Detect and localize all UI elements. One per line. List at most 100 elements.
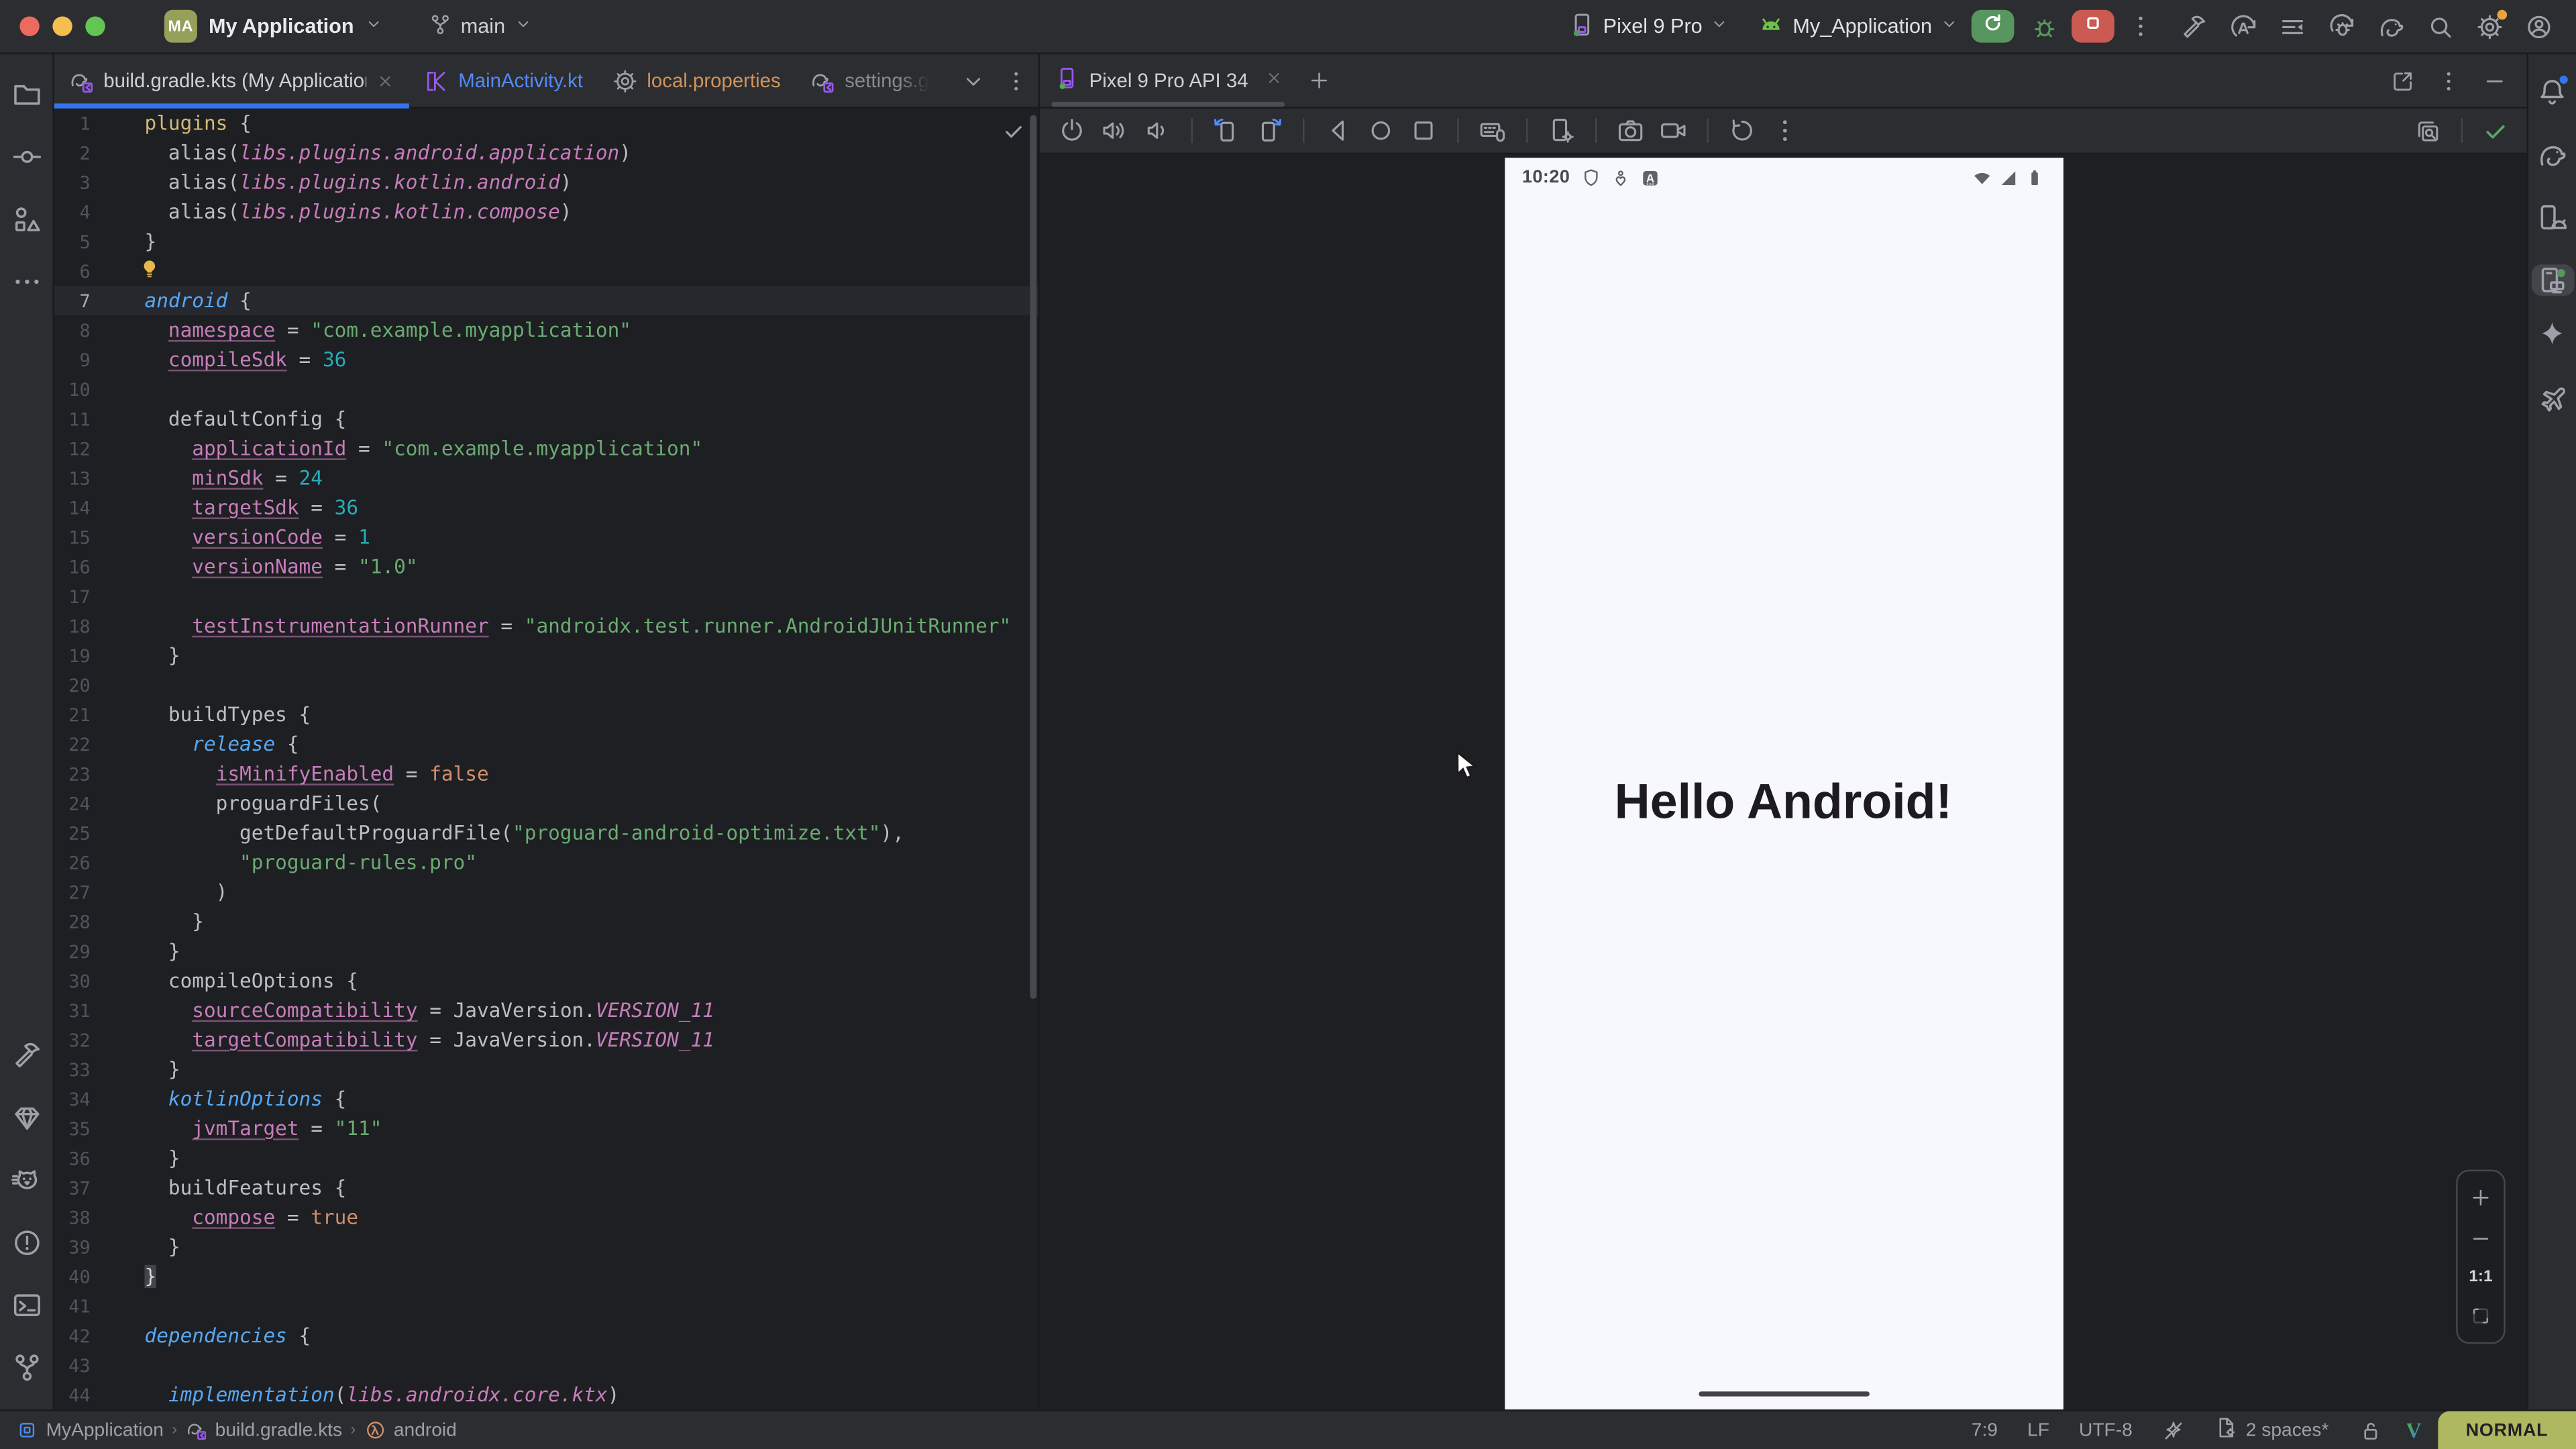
code-text[interactable]: plugins { (145, 109, 252, 138)
line-number[interactable]: 3 (54, 172, 91, 193)
code-text[interactable]: targetCompatibility = JavaVersion.VERSIO… (145, 1025, 714, 1055)
code-text[interactable]: alias(libs.plugins.kotlin.compose) (145, 197, 572, 227)
line-number[interactable]: 33 (54, 1059, 91, 1080)
rerun-button[interactable] (1972, 10, 2015, 43)
line-number[interactable]: 27 (54, 881, 91, 903)
line-number[interactable]: 38 (54, 1207, 91, 1228)
line-number[interactable]: 11 (54, 409, 91, 430)
tool-window-logcat[interactable] (11, 1153, 42, 1216)
code-text[interactable]: isMinifyEnabled = false (145, 759, 489, 788)
more-icon[interactable] (1771, 117, 1799, 145)
tab-options-icon[interactable] (1003, 68, 1028, 93)
zoom-in-button[interactable] (2469, 1186, 2492, 1209)
editor-tab-build.gradle.kts[interactable]: build.gradle.kts (My Application) (54, 54, 409, 107)
breadcrumb-build.gradle.kts[interactable]: build.gradle.kts (186, 1419, 343, 1441)
line-number[interactable]: 44 (54, 1384, 91, 1405)
snapshot-reset-icon[interactable] (1728, 117, 1756, 145)
code-editor[interactable]: 1plugins {2 alias(libs.plugins.android.a… (54, 109, 1038, 1410)
code-text[interactable]: } (145, 1262, 157, 1291)
code-text[interactable]: applicationId = "com.example.myapplicati… (145, 434, 703, 464)
hidden-tabs-icon[interactable] (961, 68, 985, 93)
line-number[interactable]: 8 (54, 319, 91, 341)
panel-options-icon[interactable] (2436, 68, 2461, 93)
emulator-screen[interactable]: 10:20 Hello Android! (1504, 158, 2063, 1409)
device-tab[interactable]: Pixel 9 Pro API 34 (1040, 54, 1297, 107)
vim-mode-badge[interactable]: NORMAL (2438, 1410, 2576, 1449)
code-text[interactable]: getDefaultProguardFile("proguard-android… (145, 818, 904, 848)
line-number[interactable]: 10 (54, 378, 91, 400)
run-configuration[interactable]: My_Application (1758, 11, 1958, 42)
line-number[interactable]: 12 (54, 438, 91, 460)
code-text[interactable]: implementation(libs.androidx.core.ktx) (145, 1380, 620, 1409)
code-text[interactable]: dependencies { (145, 1321, 311, 1350)
code-text[interactable]: jvmTarget = "11" (145, 1114, 382, 1143)
caret-position-widget[interactable]: 7:9 (1957, 1411, 2012, 1449)
code-text[interactable]: } (145, 936, 180, 966)
tab-strip-scrollbar[interactable] (1051, 102, 1285, 107)
tool-window-notifications[interactable] (2536, 66, 2568, 128)
code-text[interactable]: testInstrumentationRunner = "androidx.te… (145, 611, 1012, 641)
line-number[interactable]: 19 (54, 645, 91, 666)
line-number[interactable]: 16 (54, 556, 91, 578)
tool-window-gemini[interactable] (2536, 307, 2568, 370)
open-in-window-icon[interactable] (2390, 68, 2415, 93)
line-number[interactable]: 28 (54, 911, 91, 932)
line-number[interactable]: 21 (54, 704, 91, 725)
zoom-to-fit-button[interactable] (2469, 1304, 2492, 1327)
code-text[interactable]: } (145, 1055, 180, 1084)
tool-window-gradle[interactable] (2536, 128, 2568, 191)
stop-button[interactable] (2072, 10, 2114, 43)
close-tab-icon[interactable] (376, 72, 394, 90)
line-number[interactable]: 13 (54, 468, 91, 489)
intention-bulb-icon[interactable] (138, 258, 161, 280)
maximize-window-button[interactable] (85, 16, 105, 36)
overview-icon[interactable] (1409, 117, 1438, 145)
apply-code-changes-button[interactable] (2279, 12, 2307, 40)
screenshot-icon[interactable] (1617, 117, 1645, 145)
apply-changes-button[interactable] (2229, 12, 2257, 40)
editor-scrollbar[interactable] (1030, 115, 1037, 999)
line-number[interactable]: 7 (54, 290, 91, 311)
line-number[interactable]: 24 (54, 793, 91, 814)
line-number[interactable]: 40 (54, 1266, 91, 1287)
code-text[interactable]: } (145, 1143, 180, 1173)
tool-window-commit[interactable] (11, 129, 42, 192)
line-number[interactable]: 5 (54, 231, 91, 252)
tool-window-version-control[interactable] (11, 1340, 42, 1403)
code-text[interactable]: namespace = "com.example.myapplication" (145, 315, 632, 345)
settings-button[interactable] (2476, 12, 2504, 40)
editor-tab-settings.g[interactable]: settings.g (796, 54, 944, 107)
more-actions-button[interactable] (2127, 13, 2153, 40)
line-number[interactable]: 20 (54, 674, 91, 696)
debug-button[interactable] (2031, 12, 2059, 40)
code-text[interactable]: versionName = "1.0" (145, 552, 418, 582)
tool-window-app-inspection[interactable] (11, 1091, 42, 1153)
home-icon[interactable] (1367, 117, 1395, 145)
zoom-out-button[interactable] (2469, 1227, 2492, 1250)
code-text[interactable]: minSdk = 24 (145, 464, 323, 493)
add-device-tab-button[interactable] (1307, 54, 1330, 107)
code-text[interactable]: defaultConfig { (145, 404, 347, 433)
breadcrumb-MyApplication[interactable]: MyApplication (16, 1419, 163, 1441)
line-number[interactable]: 1 (54, 113, 91, 134)
line-number[interactable]: 35 (54, 1118, 91, 1140)
code-text[interactable]: proguardFiles( (145, 789, 382, 818)
code-text[interactable]: buildFeatures { (145, 1173, 347, 1203)
line-number[interactable]: 37 (54, 1177, 91, 1199)
vcs-branch-widget[interactable]: main (429, 12, 531, 40)
rotate-left-icon[interactable] (1212, 117, 1240, 145)
zoom-actual-size-button[interactable]: 1:1 (2469, 1269, 2492, 1287)
line-number[interactable]: 14 (54, 497, 91, 519)
code-text[interactable]: versionCode = 1 (145, 523, 370, 552)
line-number[interactable]: 17 (54, 586, 91, 607)
ui-check-icon[interactable] (2415, 117, 2441, 144)
code-text[interactable]: buildTypes { (145, 700, 311, 729)
line-number[interactable]: 4 (54, 201, 91, 223)
tool-window-problems[interactable] (11, 1216, 42, 1278)
volume-down-icon[interactable] (1143, 117, 1171, 145)
line-number[interactable]: 23 (54, 763, 91, 785)
power-icon[interactable] (1058, 117, 1086, 145)
code-text[interactable]: targetSdk = 36 (145, 493, 359, 523)
project-widget[interactable]: MA My Application (164, 10, 384, 43)
tool-window-device-manager[interactable] (2536, 191, 2568, 253)
